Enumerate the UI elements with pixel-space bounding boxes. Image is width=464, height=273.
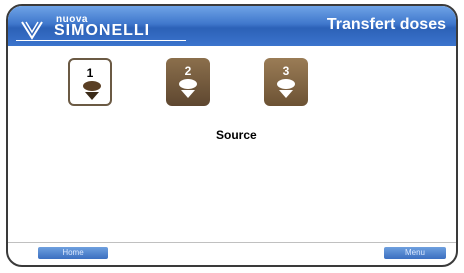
dose-button-1[interactable]: 1 bbox=[68, 58, 112, 106]
coffee-cup-icon bbox=[179, 79, 197, 98]
page-title: Transfert doses bbox=[326, 16, 446, 33]
coffee-cup-icon bbox=[83, 81, 101, 100]
dose-number: 2 bbox=[184, 64, 192, 78]
brand-main-text: SIMONELLI bbox=[54, 22, 151, 39]
dose-button-2[interactable]: 2 bbox=[166, 58, 210, 106]
home-button[interactable]: Home bbox=[38, 247, 108, 259]
footer-divider bbox=[8, 242, 456, 243]
dose-number: 1 bbox=[86, 66, 94, 80]
screen-frame: nuova SIMONELLI Transfert doses 1 2 3 So… bbox=[6, 4, 458, 267]
simonelli-logo-icon bbox=[21, 21, 43, 40]
home-button-label: Home bbox=[62, 248, 84, 257]
source-label: Source bbox=[216, 128, 257, 142]
dose-button-3[interactable]: 3 bbox=[264, 58, 308, 106]
header-bar: nuova SIMONELLI Transfert doses bbox=[8, 6, 456, 46]
menu-button[interactable]: Menu bbox=[384, 247, 446, 259]
dose-number: 3 bbox=[282, 64, 290, 78]
brand-logo: nuova SIMONELLI bbox=[16, 12, 186, 42]
brand-underline bbox=[16, 40, 186, 41]
coffee-cup-icon bbox=[277, 79, 295, 98]
menu-button-label: Menu bbox=[404, 248, 425, 257]
